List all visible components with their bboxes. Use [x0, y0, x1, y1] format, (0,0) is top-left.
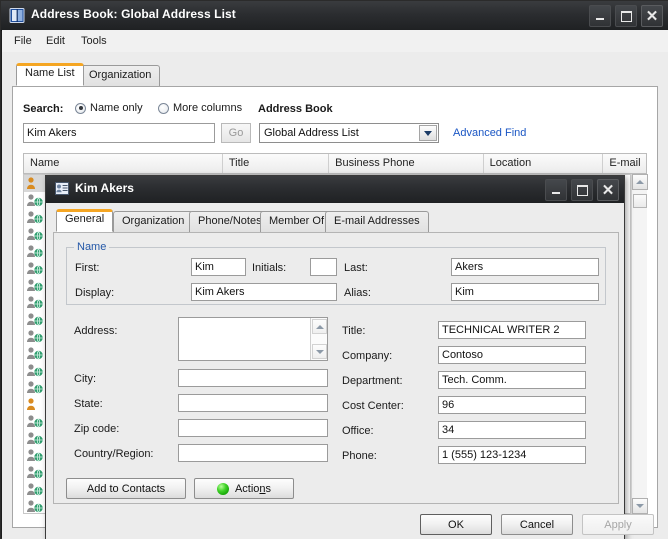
close-button[interactable]: ✕ [641, 5, 663, 27]
office-input[interactable]: 34 [438, 421, 586, 439]
address-book-label: Address Book [258, 103, 333, 115]
address-book-select-value: Global Address List [264, 127, 359, 139]
phone-label: Phone: [342, 450, 377, 462]
initials-label: Initials: [252, 262, 287, 274]
state-label: State: [74, 398, 103, 410]
actions-button-label: Actions [234, 482, 272, 495]
apply-button: Apply [582, 514, 654, 535]
city-input[interactable] [178, 369, 328, 387]
dialog-tab-email-addresses[interactable]: E-mail Addresses [325, 211, 429, 232]
contact-properties-dialog: Kim Akers ✕ General Organization Phone/N… [45, 175, 654, 539]
menu-file[interactable]: File [8, 34, 38, 48]
cost-center-input[interactable]: 96 [438, 396, 586, 414]
department-input[interactable]: Tech. Comm. [438, 371, 586, 389]
radio-more-columns-dot [158, 102, 169, 114]
go-button[interactable]: Go [221, 123, 251, 143]
column-header-title[interactable]: Title [223, 154, 330, 173]
search-label: Search: [23, 103, 64, 115]
contact-card-icon [55, 182, 69, 195]
zip-code-input[interactable] [178, 419, 328, 437]
last-label: Last: [344, 262, 368, 274]
alias-label: Alias: [344, 287, 371, 299]
minimize-button[interactable] [589, 5, 611, 27]
name-groupbox-title: Name [74, 241, 110, 253]
dialog-titlebar: Kim Akers ✕ [46, 176, 624, 204]
ok-button[interactable]: OK [420, 514, 492, 535]
display-label: Display: [75, 287, 115, 299]
window-controls: ✕ [589, 5, 663, 27]
tab-organization[interactable]: Organization [80, 65, 161, 86]
window-frame: Address Book: Global Address List ✕ File… [0, 0, 668, 539]
country-region-input[interactable] [178, 444, 328, 462]
dialog-tab-phone-notes[interactable]: Phone/Notes [189, 211, 271, 232]
scroll-up-button[interactable] [632, 174, 648, 190]
advanced-find-link[interactable]: Advanced Find [453, 127, 526, 139]
address-scroll-up-icon[interactable] [312, 319, 327, 334]
menubar: File Edit Tools [2, 30, 668, 53]
office-label: Office: [342, 425, 374, 437]
scrollbar-thumb[interactable] [633, 194, 647, 208]
column-header-business-phone[interactable]: Business Phone [329, 154, 484, 173]
column-header-location[interactable]: Location [484, 154, 604, 173]
zip-code-label: Zip code: [74, 423, 120, 435]
address-book-icon [9, 8, 25, 23]
dialog-window-controls: ✕ [545, 179, 619, 201]
company-label: Company: [342, 350, 393, 362]
dialog-body: General Organization Phone/Notes Member … [46, 203, 654, 539]
list-vertical-scrollbar[interactable] [631, 174, 648, 514]
radio-name-only[interactable]: Name only [75, 102, 143, 114]
dialog-tab-general[interactable]: General [56, 209, 114, 232]
title-label: Title: [342, 325, 366, 337]
dialog-tab-member-of[interactable]: Member Of [260, 211, 334, 232]
address-scroll-down-icon[interactable] [312, 344, 327, 359]
first-label: First: [75, 262, 100, 274]
menu-tools[interactable]: Tools [75, 34, 113, 48]
actions-button[interactable]: Actions [194, 478, 294, 499]
last-name-input[interactable]: Akers [451, 258, 599, 276]
first-name-input[interactable]: Kim [191, 258, 246, 276]
radio-name-only-label: Name only [90, 102, 143, 114]
radio-name-only-dot [75, 102, 86, 114]
window-title: Address Book: Global Address List [31, 7, 236, 21]
address-book-select[interactable]: Global Address List [259, 123, 439, 143]
menu-edit[interactable]: Edit [40, 34, 71, 48]
display-name-input[interactable]: Kim Akers [191, 283, 337, 301]
cancel-button[interactable]: Cancel [501, 514, 573, 535]
phone-input[interactable]: 1 (555) 123-1234 [438, 446, 586, 464]
address-textarea[interactable] [178, 317, 328, 361]
column-header-email[interactable]: E-mail [603, 154, 646, 173]
state-input[interactable] [178, 394, 328, 412]
dialog-minimize-button[interactable] [545, 179, 567, 201]
dialog-maximize-button[interactable] [571, 179, 593, 201]
scroll-down-button[interactable] [632, 498, 648, 514]
country-region-label: Country/Region: [74, 448, 154, 460]
department-label: Department: [342, 375, 403, 387]
actions-orb-icon [216, 482, 229, 495]
cost-center-label: Cost Center: [342, 400, 404, 412]
company-input[interactable]: Contoso [438, 346, 586, 364]
dialog-tab-organization[interactable]: Organization [113, 211, 194, 232]
city-label: City: [74, 373, 96, 385]
add-to-contacts-button[interactable]: Add to Contacts [66, 478, 186, 499]
list-column-header: Name Title Business Phone Location E-mai… [23, 153, 647, 174]
initials-input[interactable] [310, 258, 337, 276]
address-label: Address: [74, 325, 118, 337]
window-titlebar: Address Book: Global Address List ✕ [1, 1, 668, 31]
alias-input[interactable]: Kim [451, 283, 599, 301]
column-header-name[interactable]: Name [24, 154, 223, 173]
search-input[interactable]: Kim Akers [23, 123, 215, 143]
address-book-window: Address Book: Global Address List ✕ File… [0, 0, 668, 539]
dialog-title: Kim Akers [75, 181, 134, 195]
general-tab-page: Name First: Kim Initials: Last: Akers Di… [53, 232, 619, 504]
maximize-button[interactable] [615, 5, 637, 27]
tab-name-list[interactable]: Name List [16, 63, 84, 86]
radio-more-columns[interactable]: More columns [158, 102, 242, 114]
title-input[interactable]: TECHNICAL WRITER 2 [438, 321, 586, 339]
name-groupbox: Name First: Kim Initials: Last: Akers Di… [66, 241, 606, 305]
chevron-down-icon[interactable] [419, 125, 437, 141]
dialog-close-button[interactable]: ✕ [597, 179, 619, 201]
address-scroll-buttons[interactable] [310, 318, 327, 360]
radio-more-columns-label: More columns [173, 102, 243, 114]
